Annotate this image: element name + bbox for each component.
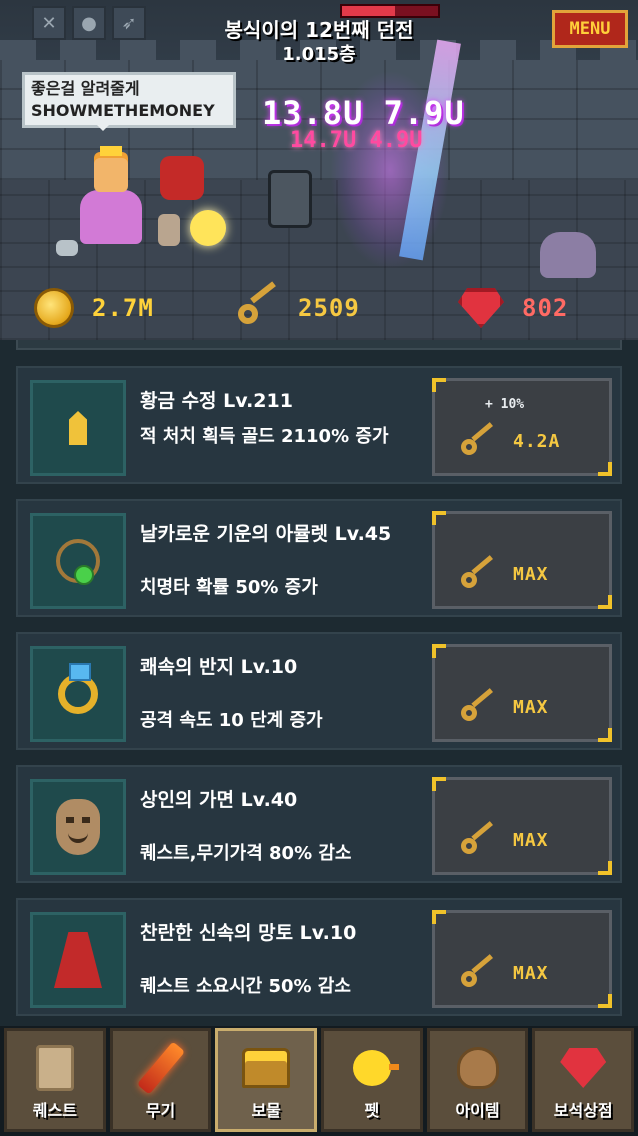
tab-gem-shop[interactable]: 보석상점	[532, 1028, 635, 1132]
tab-label: 무기	[145, 1101, 176, 1120]
previous-item-edge	[16, 340, 622, 350]
upgrade-price: 4.2A	[513, 431, 561, 452]
dungeon-floor-number: 1.015층	[282, 44, 356, 65]
amulet-icon	[30, 513, 126, 609]
list-item: 쾌속의 반지 Lv.10 공격 속도 10 단계 증가 MAX	[16, 632, 622, 750]
key-counter: 2509	[236, 280, 360, 336]
ruby-icon	[558, 1043, 608, 1093]
treasure-chest-icon	[241, 1043, 291, 1093]
upgrade-button[interactable]: MAX	[432, 511, 612, 609]
golden-crystal-icon	[30, 380, 126, 476]
tab-item[interactable]: 아이템	[426, 1028, 529, 1132]
upgrade-button[interactable]: MAX	[432, 644, 612, 742]
key-icon	[461, 688, 497, 725]
ruby-counter: 802	[458, 280, 568, 336]
tab-treasure[interactable]: 보물	[215, 1028, 318, 1132]
ruby-amount: 802	[522, 294, 569, 322]
treasure-list[interactable]: 황금 수정 Lv.211 적 처치 획득 골드 2110% 증가 + 10% 4…	[0, 340, 638, 1026]
tab-quest[interactable]: 퀘스트	[4, 1028, 106, 1132]
bottom-tab-bar: 퀘스트 무기 보물 펫 아이템 보석상점	[0, 1026, 638, 1136]
small-companion-sprite	[158, 214, 180, 246]
cape-icon	[30, 912, 126, 1008]
princess-head	[94, 158, 128, 192]
upgrade-button[interactable]: + 10% 4.2A	[432, 378, 612, 476]
flame-sword-icon	[136, 1041, 186, 1095]
upgrade-bonus: + 10%	[485, 397, 525, 412]
gold-coin-icon	[34, 288, 74, 328]
damage-number-main: 13.8U 7.9U	[262, 94, 465, 132]
upgrade-price: MAX	[513, 963, 549, 984]
gold-counter: 2.7M	[34, 280, 154, 336]
item-description: 퀘스트 소요시간 50% 감소	[140, 976, 351, 997]
currency-bar: 2.7M 2509 802	[0, 280, 638, 336]
princess-sprite[interactable]	[76, 146, 146, 244]
ruby-icon	[458, 288, 504, 328]
item-title: 황금 수정 Lv.211	[140, 390, 293, 412]
ghost-enemy-sprite[interactable]	[540, 232, 596, 278]
tab-label: 보석상점	[553, 1101, 613, 1120]
crown-icon	[100, 146, 122, 156]
key-icon	[461, 422, 497, 459]
sack-icon	[453, 1043, 503, 1093]
upgrade-price: MAX	[513, 830, 549, 851]
upgrade-button[interactable]: MAX	[432, 777, 612, 875]
damage-number-sub: 14.7U 4.9U	[290, 128, 423, 153]
key-amount: 2509	[298, 294, 360, 322]
dark-knight-enemy-sprite[interactable]	[268, 170, 312, 228]
tab-label: 펫	[364, 1101, 380, 1120]
speech-bubble: 좋은걸 알려줄게 SHOWMETHEMONEY	[22, 72, 236, 131]
tab-label: 아이템	[455, 1101, 500, 1120]
game-scene: ✕ ● ➶ 봉식이의 12번째 던전 1.015층 MENU 좋은걸 알려줄게 …	[0, 0, 638, 340]
chick-icon	[347, 1043, 399, 1093]
tab-pet[interactable]: 펫	[321, 1028, 423, 1132]
key-icon	[461, 821, 497, 858]
upgrade-button[interactable]: MAX	[432, 910, 612, 1008]
item-description: 치명타 확률 50% 증가	[140, 577, 318, 598]
tab-label: 보물	[251, 1101, 281, 1120]
key-icon	[461, 555, 497, 592]
speech-line-2: SHOWMETHEMONEY	[31, 101, 215, 120]
list-item: 상인의 가면 Lv.40 퀘스트,무기가격 80% 감소 MAX	[16, 765, 622, 883]
list-item: 황금 수정 Lv.211 적 처치 획득 골드 2110% 증가 + 10% 4…	[16, 366, 622, 484]
chick-pet-sprite	[190, 210, 226, 246]
tab-label: 퀘스트	[32, 1101, 77, 1120]
list-item: 찬란한 신속의 망토 Lv.10 퀘스트 소요시간 50% 감소 MAX	[16, 898, 622, 1016]
item-title: 쾌속의 반지 Lv.10	[140, 656, 298, 678]
mask-icon	[30, 779, 126, 875]
item-title: 찬란한 신속의 망토 Lv.10	[140, 922, 357, 944]
item-description: 퀘스트,무기가격 80% 감소	[140, 843, 352, 864]
upgrade-price: MAX	[513, 564, 549, 585]
speech-line-1: 좋은걸 알려줄게	[31, 79, 140, 98]
scroll-icon	[30, 1043, 80, 1093]
key-icon	[236, 281, 280, 330]
key-icon	[461, 954, 497, 991]
item-description: 공격 속도 10 단계 증가	[140, 710, 323, 731]
princess-dress	[80, 190, 142, 244]
dungeon-title: 봉식이의 12번째 던전	[224, 18, 414, 42]
tab-weapon[interactable]: 무기	[109, 1028, 212, 1132]
menu-button[interactable]: MENU	[552, 10, 628, 48]
ring-icon	[30, 646, 126, 742]
item-description: 적 처치 획득 골드 2110% 증가	[140, 426, 389, 447]
red-demon-pet-sprite	[160, 156, 204, 200]
list-item: 날카로운 기운의 아뮬렛 Lv.45 치명타 확률 50% 증가 MAX	[16, 499, 622, 617]
upgrade-price: MAX	[513, 697, 549, 718]
skull-decoration	[56, 240, 78, 256]
gold-amount: 2.7M	[92, 294, 154, 322]
item-title: 날카로운 기운의 아뮬렛 Lv.45	[140, 523, 392, 545]
item-title: 상인의 가면 Lv.40	[140, 789, 298, 811]
